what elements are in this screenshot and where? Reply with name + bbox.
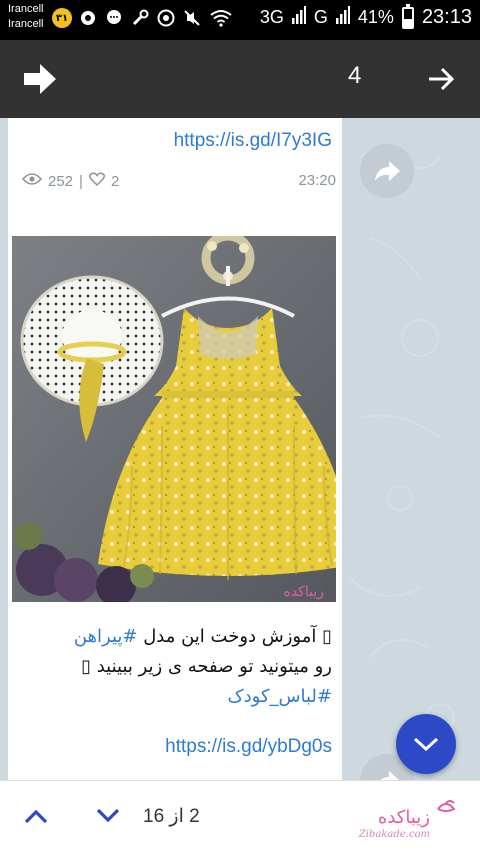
likes-count: 2 (110, 172, 120, 190)
photo-watermark: زیباکده (284, 584, 325, 600)
share-icon (375, 161, 400, 181)
wrench-icon (130, 8, 150, 28)
dress-photo[interactable]: زیباکده (12, 236, 336, 602)
arrow-right-icon[interactable] (426, 64, 456, 94)
status-right: 3G G 41% 23:13 (259, 3, 472, 29)
carrier-2: Irancell (8, 18, 44, 30)
status-bar: Irancell Irancell ۳۱ 3G G 41% 23:13 (0, 0, 480, 40)
battery-icon (401, 3, 414, 29)
message-caption: ▯ آموزش دوخت این مدل #پیراهن رو میتونید … (22, 622, 332, 712)
chevron-up-icon[interactable] (22, 805, 50, 827)
scroll-down-button[interactable] (396, 714, 456, 774)
brand-watermark: زیباکده Zibakade.com (318, 799, 468, 841)
share-button[interactable] (360, 144, 414, 198)
chevron-down-icon (413, 737, 439, 752)
clock: 23:13 (421, 6, 472, 28)
views-count: 252 (48, 172, 74, 190)
message-meta: 252 | 2 (21, 172, 120, 190)
mute-icon (182, 8, 202, 28)
carrier-1: Irancell (8, 3, 44, 15)
bottom-search-bar: 2 از 16 زیباکده Zibakade.com (0, 780, 480, 854)
wifi-icon (208, 8, 234, 28)
chrome-icon (156, 8, 176, 28)
forward-icon[interactable] (22, 62, 58, 96)
caption-text-2: رو میتونید تو صفحه ی زیر ببینید ▯ (81, 656, 332, 677)
signal-1-icon (291, 6, 306, 29)
signal-2-icon (335, 6, 350, 29)
search-result-pager: 2 از 16 (143, 806, 200, 827)
settings-icon (78, 8, 98, 28)
battery-percent: 41% (357, 7, 394, 27)
network-2-label: G (313, 7, 328, 27)
heart-icon[interactable] (88, 172, 105, 190)
chat-area[interactable]: https://is.gd/I7y3IG 252 | 2 23:20 زیباک… (0, 118, 480, 780)
selected-count: 4 (348, 62, 362, 89)
carrier-labels: Irancell Irancell (8, 2, 43, 32)
message-link[interactable]: https://is.gd/I7y3IG (174, 130, 332, 152)
share-icon (380, 771, 399, 780)
message-time: 23:20 (298, 172, 336, 189)
network-1-label: 3G (259, 7, 284, 27)
brand-subtext: Zibakade.com (358, 829, 430, 840)
hashtag-link[interactable]: #لباس_کودک (22, 682, 332, 712)
top-toolbar: 4 (0, 40, 480, 118)
notification-icons: ۳۱ (52, 8, 234, 28)
views-icon (21, 172, 43, 190)
meta-separator: | (79, 172, 83, 190)
message-bubble[interactable]: زیباکده ▯ آموزش دوخت این مدل #پیراهن رو … (8, 224, 342, 780)
chevron-down-icon[interactable] (94, 805, 122, 827)
caption-text-1: ▯ آموزش دوخت این مدل (137, 626, 332, 647)
message-link[interactable]: https://is.gd/ybDg0s (165, 736, 332, 758)
hashtag-link[interactable]: #پیراهن (74, 626, 138, 647)
calendar-badge-icon: ۳۱ (52, 8, 72, 28)
chat-icon (104, 8, 124, 28)
brand-text: زیباکده (378, 807, 430, 828)
